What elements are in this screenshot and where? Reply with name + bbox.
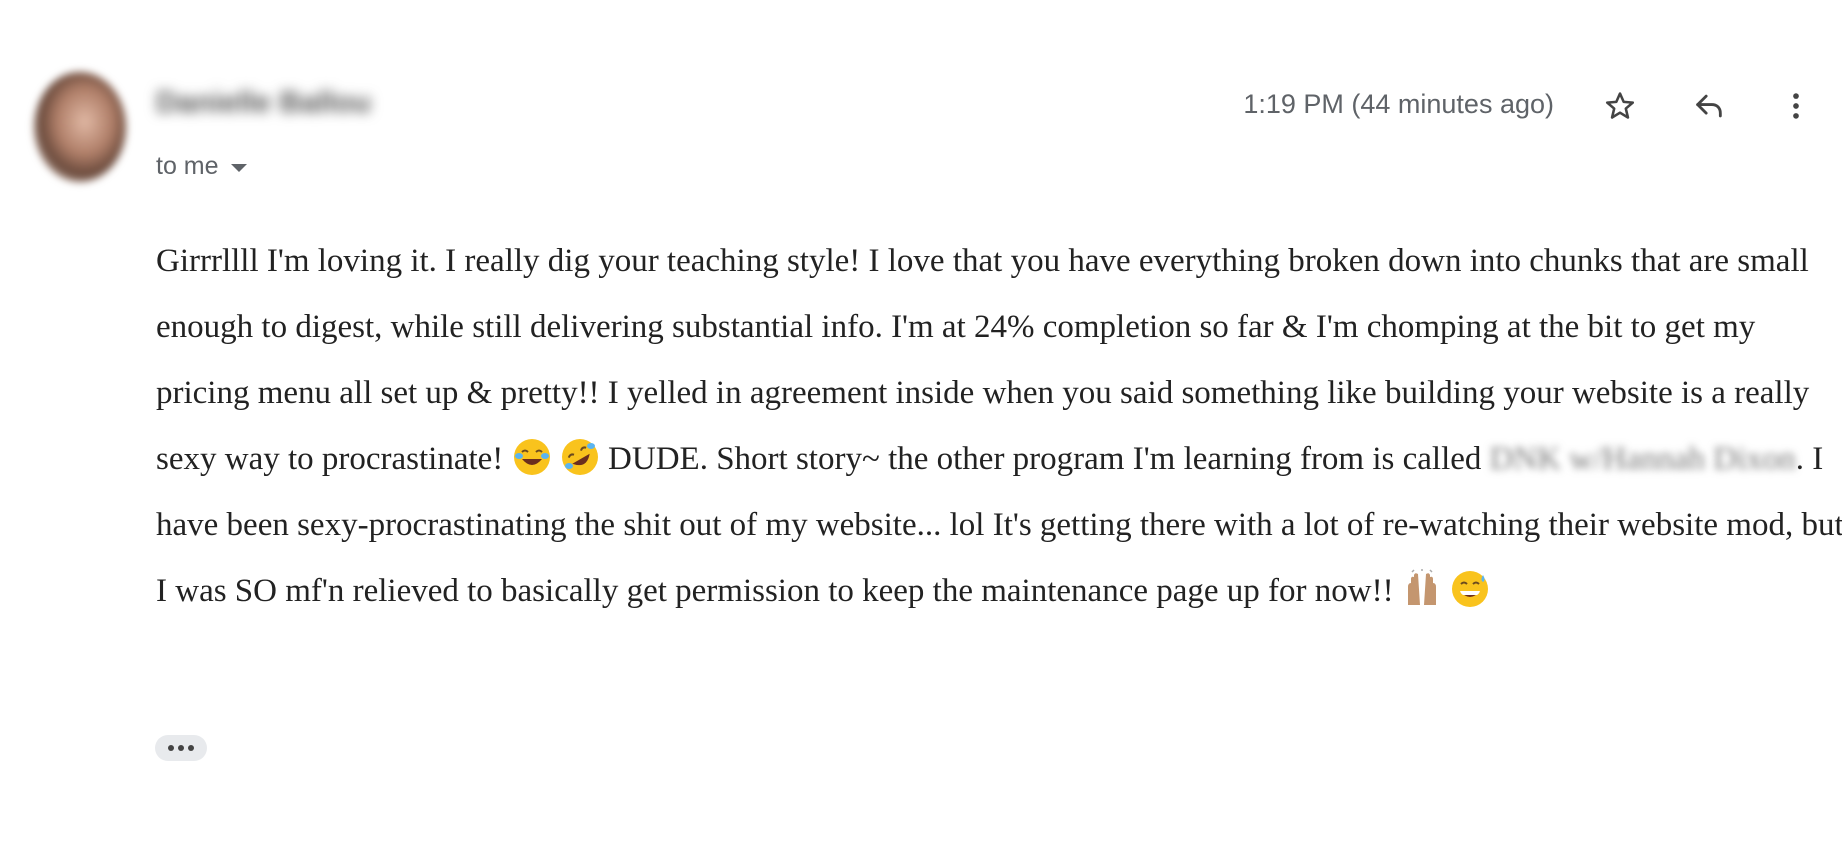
avatar[interactable] <box>34 72 126 182</box>
message-body-part-2: DUDE. Short story~ the other program I'm… <box>608 441 1490 477</box>
more-vert-icon <box>1793 93 1799 119</box>
reply-icon <box>1696 94 1722 118</box>
rolling-on-floor-laughing-icon <box>561 439 598 475</box>
star-icon <box>1605 92 1635 119</box>
more-options-button[interactable] <box>1775 85 1817 127</box>
ellipsis-dot <box>178 745 184 751</box>
email-message: Danielle Ballou to me 1:19 PM (44 minute… <box>0 0 1842 854</box>
redacted-program-name: DNK w/Hannah Dixon <box>1489 441 1796 477</box>
grinning-face-with-sweat-icon <box>1452 571 1489 607</box>
timestamp: 1:19 PM (44 minutes ago) <box>1243 89 1554 119</box>
reply-button[interactable] <box>1688 85 1730 127</box>
raising-hands-icon <box>1407 569 1436 605</box>
sender-name[interactable]: Danielle Ballou <box>156 86 371 120</box>
face-with-tears-of-joy-icon <box>513 439 550 475</box>
ellipsis-icon <box>168 745 174 751</box>
show-trimmed-content-button[interactable] <box>155 735 207 761</box>
chevron-down-icon[interactable] <box>230 164 247 172</box>
recipient-label: to me <box>156 152 219 180</box>
ellipsis-dot <box>188 745 194 751</box>
message-body: Girrrllll I'm loving it. I really dig yo… <box>156 228 1842 624</box>
star-button[interactable] <box>1599 85 1641 127</box>
recipient-details[interactable]: to me <box>156 152 247 181</box>
